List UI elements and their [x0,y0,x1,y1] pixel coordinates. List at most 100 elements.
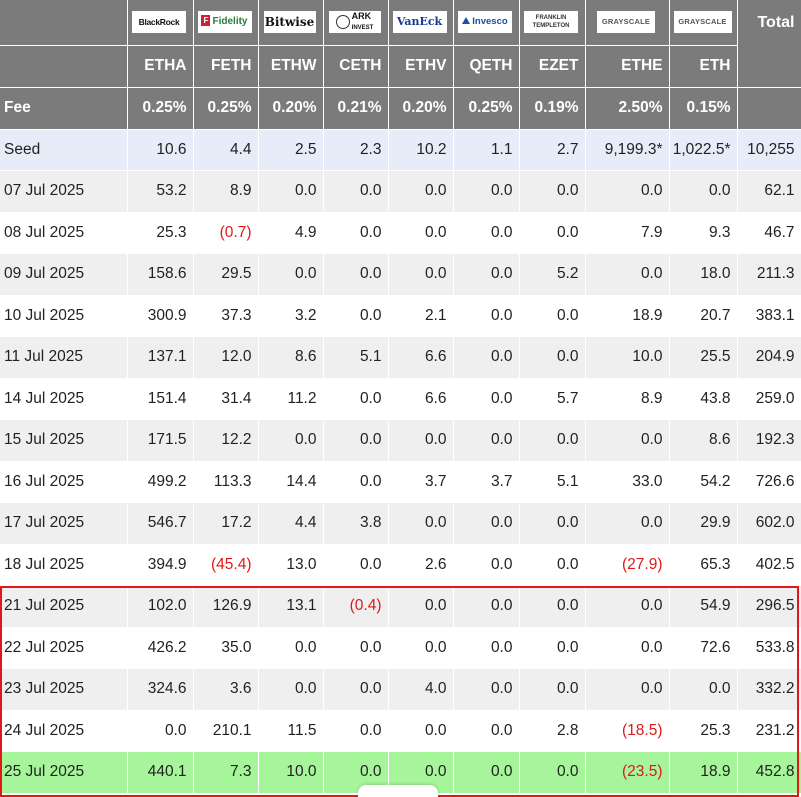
flow-cell: (27.9) [585,544,670,586]
etf-flow-table: BlackRock F Fidelity Bitwise ARK INVEST Va… [0,0,801,794]
table-row: 11 Jul 2025 137.1 12.0 8.6 5.1 6.6 0.0 0.0 10.0 2… [0,336,801,379]
fee-feth: 0.25% [193,87,259,130]
flow-cell: 0.0 [519,585,586,628]
franklin-logo-cell: FRANKLIN TEMPLETON [519,0,586,46]
flow-cell: 12.2 [193,419,259,462]
flow-cell: 0.0 [453,668,520,711]
fee-etha: 0.25% [127,87,194,130]
flow-cell: 18.0 [669,253,738,296]
flow-cell: 54.2 [669,461,738,503]
flow-cell: 5.7 [519,378,586,420]
ticker-corner [0,45,128,88]
flow-cell: 2.7 [519,129,586,171]
row-date: 15 Jul 2025 [0,419,128,462]
flow-cell: (18.5) [585,710,670,752]
flow-cell: 29.9 [669,502,738,545]
seed-row: Seed 10.6 4.4 2.5 2.3 10.2 1.1 2.7 9,199.3* 1,022… [0,129,801,171]
flow-cell: (0.4) [323,585,389,628]
invesco-triangle-icon [462,17,471,25]
flow-cell: 0.0 [453,544,520,586]
flow-cell: 0.0 [323,378,389,420]
row-date: 17 Jul 2025 [0,502,128,545]
blackrock-logo: BlackRock [132,11,186,34]
flow-cell: 9,199.3* [585,129,670,171]
scroll-handle[interactable] [358,785,438,797]
flow-cell: 0.0 [258,419,324,462]
row-total-cell: 204.9 [737,336,801,379]
flow-cell: 17.2 [193,502,259,545]
flow-cell: 8.9 [585,378,670,420]
bitwise-logo-cell: Bitwise [258,0,324,46]
flow-cell: 8.6 [669,419,738,462]
flow-cell: 0.0 [323,253,389,296]
row-date: 09 Jul 2025 [0,253,128,296]
flow-cell: 137.1 [127,336,194,379]
table-row: 21 Jul 2025 102.0 126.9 13.1 (0.4) 0.0 0.0 0.0 0… [0,585,801,628]
flow-cell: 0.0 [519,419,586,462]
ticker-feth: FETH [193,45,259,88]
flow-cell: 10.0 [258,751,324,794]
ticker-etha: ETHA [127,45,194,88]
flow-cell: 0.0 [453,710,520,752]
flow-cell: 0.0 [388,253,454,296]
row-date: 11 Jul 2025 [0,336,128,379]
row-date: 24 Jul 2025 [0,710,128,752]
flow-cell: 3.7 [388,461,454,503]
flow-cell: 65.3 [669,544,738,586]
flow-cell: 11.2 [258,378,324,420]
row-total-cell: 402.5 [737,544,801,586]
fee-total-blank [737,87,801,130]
flow-cell: 0.0 [258,170,324,213]
table-row: 15 Jul 2025 171.5 12.2 0.0 0.0 0.0 0.0 0.0 0.0 8.… [0,419,801,462]
flow-cell: 0.0 [258,253,324,296]
flow-cell: 0.0 [323,419,389,462]
flow-cell: 37.3 [193,295,259,337]
row-date: 07 Jul 2025 [0,170,128,213]
flow-cell: 2.1 [388,295,454,337]
flow-cell: 5.2 [519,253,586,296]
flow-cell: 13.1 [258,585,324,628]
flow-cell: 0.0 [388,170,454,213]
row-total-cell: 726.6 [737,461,801,503]
row-date: 25 Jul 2025 [0,751,128,794]
flow-cell: 43.8 [669,378,738,420]
flow-cell: 126.9 [193,585,259,628]
fee-row: Fee 0.25% 0.25% 0.20% 0.21% 0.20% 0.25% … [0,87,801,130]
flow-cell: 13.0 [258,544,324,586]
flow-cell: 394.9 [127,544,194,586]
flow-cell: 2.5 [258,129,324,171]
flow-cell: 31.4 [193,378,259,420]
bitwise-logo: Bitwise [263,11,316,34]
row-date: 08 Jul 2025 [0,212,128,254]
fee-label: Fee [0,87,128,130]
flow-cell: 5.1 [323,336,389,379]
flow-cell: 0.0 [388,212,454,254]
flow-cell: 0.0 [323,461,389,503]
table-row: 24 Jul 2025 0.0 210.1 11.5 0.0 0.0 0.0 2.8 (18.5… [0,710,801,752]
flow-cell: 10.0 [585,336,670,379]
row-date: Seed [0,129,128,171]
fee-ethv: 0.20% [388,87,454,130]
row-total-cell: 62.1 [737,170,801,213]
total-header: Total [737,0,801,88]
flow-cell: 3.8 [323,502,389,545]
flow-cell: 11.5 [258,710,324,752]
grayscale-logo: GRAYSCALE [597,11,655,34]
table-row: 08 Jul 2025 25.3 (0.7) 4.9 0.0 0.0 0.0 0.0 7.9 9.… [0,212,801,254]
flow-cell: 3.2 [258,295,324,337]
flow-cell: 210.1 [193,710,259,752]
row-total-cell: 211.3 [737,253,801,296]
table-row: 14 Jul 2025 151.4 31.4 11.2 0.0 6.6 0.0 5.7 8.9 4… [0,378,801,420]
flow-cell: 0.0 [453,378,520,420]
flow-cell: 12.0 [193,336,259,379]
row-total-cell: 46.7 [737,212,801,254]
flow-cell: 18.9 [585,295,670,337]
flow-cell: 0.0 [585,253,670,296]
flow-cell: 0.0 [453,336,520,379]
flow-cell: 0.0 [388,585,454,628]
fee-ceth: 0.21% [323,87,389,130]
flow-cell: 0.0 [453,419,520,462]
flow-cell: 33.0 [585,461,670,503]
flow-cell: 0.0 [519,544,586,586]
flow-cell: 6.6 [388,336,454,379]
